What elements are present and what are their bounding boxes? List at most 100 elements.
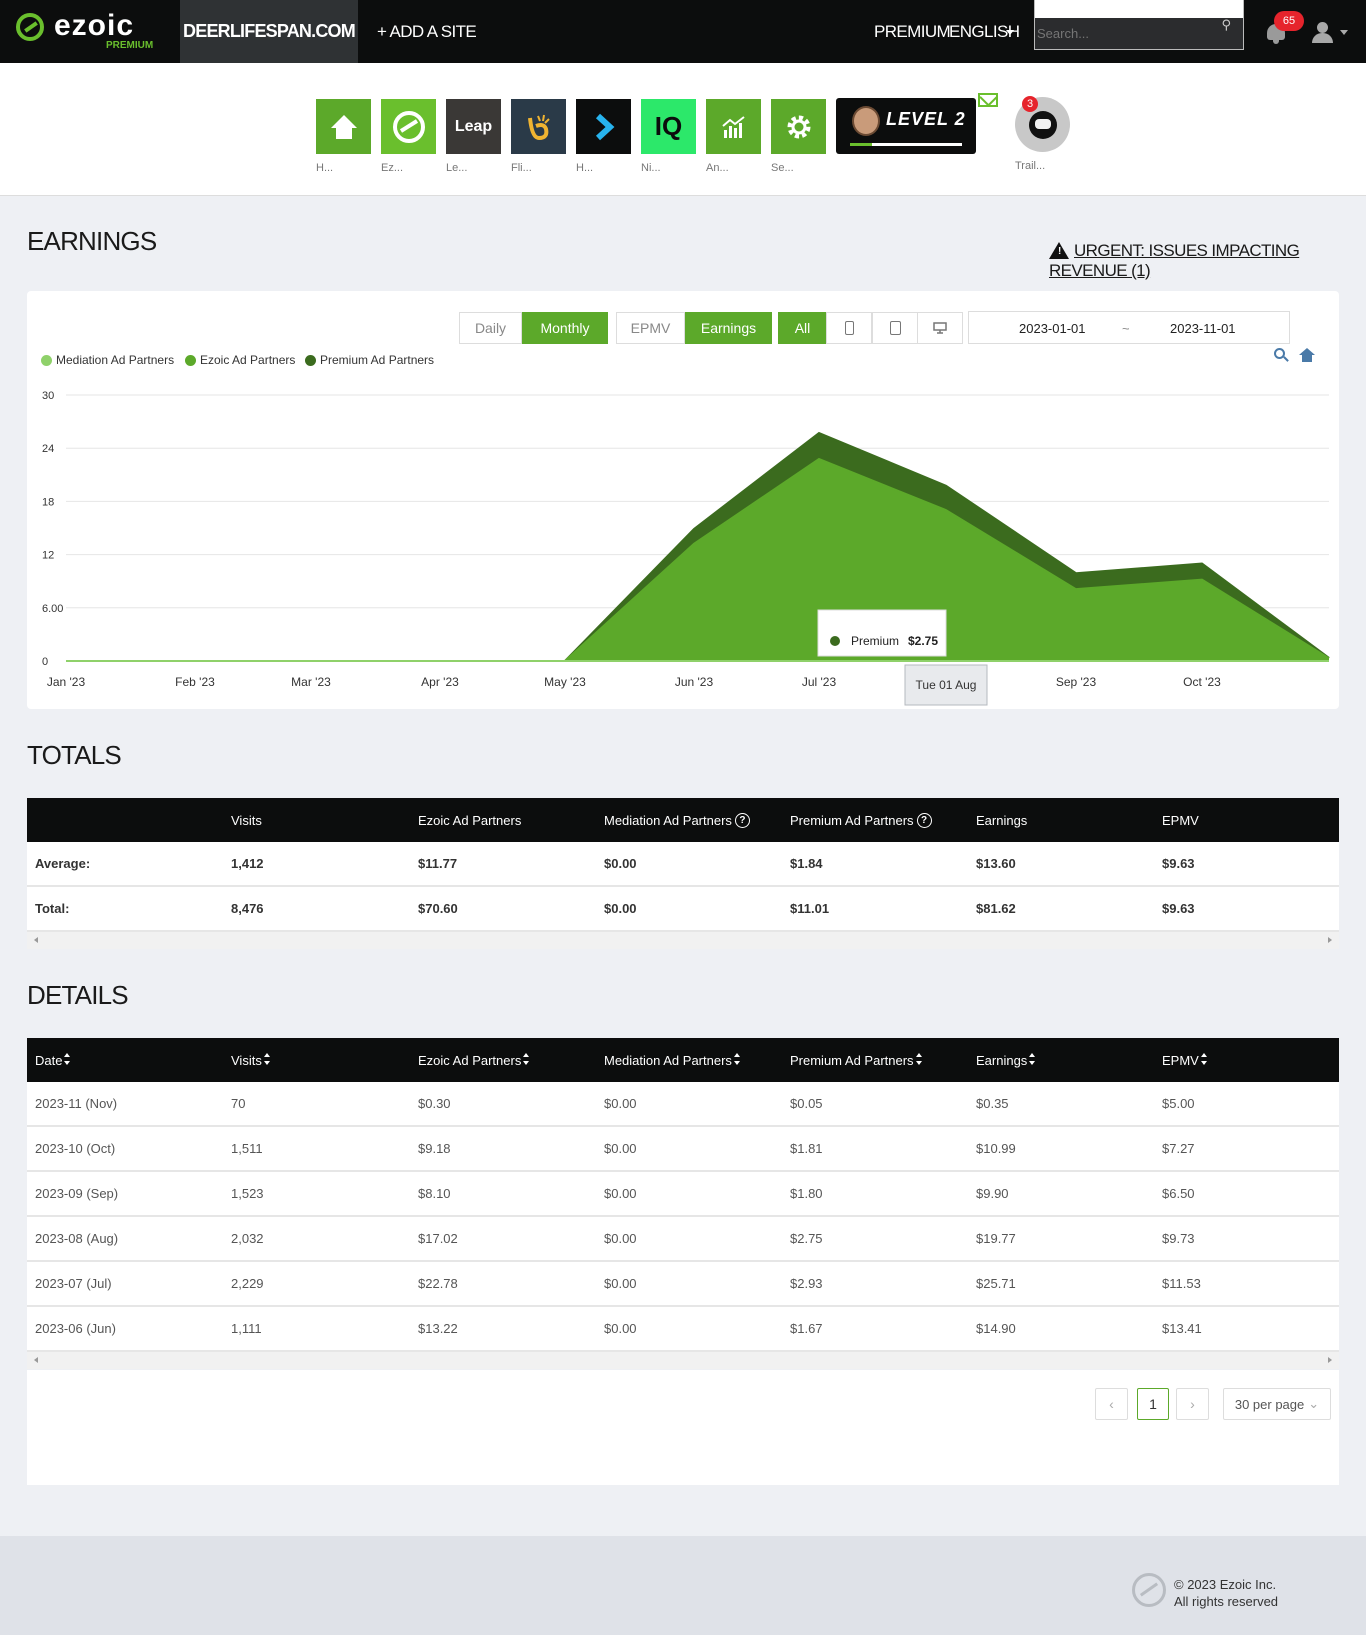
humix-icon xyxy=(595,113,614,140)
cell-ezoic: $70.60 xyxy=(418,901,458,916)
scroll-left-icon[interactable] xyxy=(34,937,38,943)
premium-link[interactable]: PREMIUM xyxy=(874,22,951,42)
level-badge[interactable]: LEVEL 2 xyxy=(836,98,976,154)
leap-text: Leap xyxy=(454,117,493,135)
cell-visits: 1,412 xyxy=(231,856,264,871)
flickify-tile xyxy=(511,99,566,154)
mail-icon[interactable] xyxy=(978,93,998,107)
cell-visits: 1,111 xyxy=(231,1321,262,1336)
cell-ezoic: $11.77 xyxy=(418,856,458,871)
ezoic-icon xyxy=(392,110,425,143)
cell-visits: 1,523 xyxy=(231,1186,264,1201)
home-tile xyxy=(316,99,371,154)
y-tick-label: 0 xyxy=(42,656,48,668)
language-caret-icon xyxy=(1006,30,1014,35)
help-icon[interactable]: ? xyxy=(916,812,932,828)
add-site-link[interactable]: + ADD A SITE xyxy=(377,22,477,42)
earnings-heading: EARNINGS xyxy=(27,226,157,256)
per-page-select[interactable]: 30 per page ⌄ xyxy=(1223,1388,1331,1420)
cell-date: 2023-07 (Jul) xyxy=(35,1276,112,1291)
table-row: 2023-06 (Jun) 1,111 $13.22 $0.00 $1.67 $14.90… xyxy=(27,1307,1339,1352)
avatar xyxy=(852,106,880,136)
app-niche-iq[interactable]: IQ Ni... xyxy=(641,99,696,174)
cell-visits: 70 xyxy=(231,1096,246,1111)
trail-achievements[interactable]: 3 Trail... xyxy=(1015,96,1070,172)
search-input[interactable] xyxy=(1035,18,1243,49)
warning-icon: ! xyxy=(1049,242,1069,259)
cell-epmv: $9.63 xyxy=(1162,856,1195,871)
sort-ezoic[interactable]: Ezoic Ad Partners xyxy=(418,1038,530,1082)
help-icon[interactable]: ? xyxy=(734,812,750,828)
sort-epmv[interactable]: EPMV xyxy=(1162,1038,1208,1082)
sort-icon xyxy=(733,1051,741,1065)
niche-iq-icon: IQ xyxy=(641,99,696,154)
cell-mediation: $0.00 xyxy=(604,856,637,871)
pagination: ‹ 1 › 30 per page ⌄ xyxy=(27,1370,1339,1485)
urgent-issues-link[interactable]: ! URGENT: ISSUES IMPACTING REVENUE (1) xyxy=(1049,239,1366,281)
x-tick-label: Jan '23 xyxy=(47,675,86,689)
cell-premium: $1.80 xyxy=(790,1186,823,1201)
app-ezoic[interactable]: Ez... xyxy=(381,99,436,174)
search-icon[interactable]: ⚲ xyxy=(1221,17,1231,33)
y-tick-label: 30 xyxy=(42,390,54,402)
home-icon xyxy=(330,114,357,139)
cell-ezoic: $13.22 xyxy=(418,1321,458,1336)
logo-text: ezoic xyxy=(54,9,135,42)
details-header-row: Date Visits Ezoic Ad Partners Mediation … xyxy=(27,1038,1339,1082)
app-analytics[interactable]: An... xyxy=(706,99,761,174)
sort-mediation[interactable]: Mediation Ad Partners xyxy=(604,1038,741,1082)
tooltip-label: Premium xyxy=(851,634,899,648)
tooltip-value: $2.75 xyxy=(908,634,938,648)
scroll-left-icon[interactable] xyxy=(34,1357,38,1363)
details-table: Date Visits Ezoic Ad Partners Mediation … xyxy=(27,1038,1339,1369)
sort-icon xyxy=(63,1051,71,1065)
x-tick-label: Mar '23 xyxy=(291,675,331,689)
y-tick-label: 24 xyxy=(42,443,54,455)
app-settings[interactable]: Se... xyxy=(771,99,826,174)
prev-page-button[interactable]: ‹ xyxy=(1095,1388,1128,1420)
niche-iq-text: IQ xyxy=(654,111,683,141)
cell-earnings: $19.77 xyxy=(976,1231,1016,1246)
cell-premium: $0.05 xyxy=(790,1096,823,1111)
col-premium: Premium Ad Partners? xyxy=(790,798,932,842)
scroll-right-icon[interactable] xyxy=(1328,937,1332,943)
chart-tooltip: Premium $2.75 xyxy=(817,609,947,657)
app-flickify[interactable]: Fli... xyxy=(511,99,566,174)
footer: © 2023 Ezoic Inc. All rights reserved xyxy=(0,1536,1366,1635)
cell-premium: $1.81 xyxy=(790,1141,823,1156)
earnings-area-chart[interactable]: 30 24 18 12 6.00 0 Jan '23 Feb '23 Mar '23 Apr '2… xyxy=(27,291,1339,709)
col-earnings: Earnings xyxy=(976,812,1028,828)
settings-tile xyxy=(771,99,826,154)
cell-epmv: $11.53 xyxy=(1162,1276,1201,1291)
user-icon[interactable] xyxy=(1311,22,1333,44)
cell-visits: 2,032 xyxy=(231,1231,264,1246)
sort-earnings[interactable]: Earnings xyxy=(976,1038,1036,1082)
user-caret-icon[interactable] xyxy=(1340,30,1348,35)
cell-mediation: $0.00 xyxy=(604,1231,637,1246)
cell-visits: 1,511 xyxy=(231,1141,263,1156)
horizontal-scrollbar[interactable] xyxy=(27,932,1339,949)
flickify-icon xyxy=(527,114,550,140)
table-row: 2023-08 (Aug) 2,032 $17.02 $0.00 $2.75 $19.77… xyxy=(27,1217,1339,1262)
horizontal-scrollbar[interactable] xyxy=(27,1352,1339,1369)
app-leap[interactable]: Leap Le... xyxy=(446,99,501,174)
totals-table: Visits Ezoic Ad Partners Mediation Ad Pa… xyxy=(27,798,1339,949)
next-page-button[interactable]: › xyxy=(1176,1388,1209,1420)
cell-epmv: $9.63 xyxy=(1162,901,1195,916)
humix-tile xyxy=(576,99,631,154)
sort-date[interactable]: Date xyxy=(35,1038,71,1082)
sort-visits[interactable]: Visits xyxy=(231,1038,271,1082)
scroll-right-icon[interactable] xyxy=(1328,1357,1332,1363)
notification-badge: 65 xyxy=(1274,11,1304,31)
page-number[interactable]: 1 xyxy=(1137,1388,1169,1420)
app-home[interactable]: H... xyxy=(316,99,371,174)
cell-epmv: $13.41 xyxy=(1162,1321,1202,1336)
x-tick-label: Sep '23 xyxy=(1056,675,1097,689)
sort-premium[interactable]: Premium Ad Partners xyxy=(790,1038,923,1082)
cell-visits: 8,476 xyxy=(231,901,264,916)
app-humix[interactable]: H... xyxy=(576,99,631,174)
ezoic-logo[interactable]: ezoic PREMIUM xyxy=(14,9,164,53)
chevron-down-icon: ⌄ xyxy=(1308,1396,1320,1411)
site-selector[interactable]: DEERLIFESPAN.COM xyxy=(180,0,358,63)
cell-earnings: $81.62 xyxy=(976,901,1016,916)
